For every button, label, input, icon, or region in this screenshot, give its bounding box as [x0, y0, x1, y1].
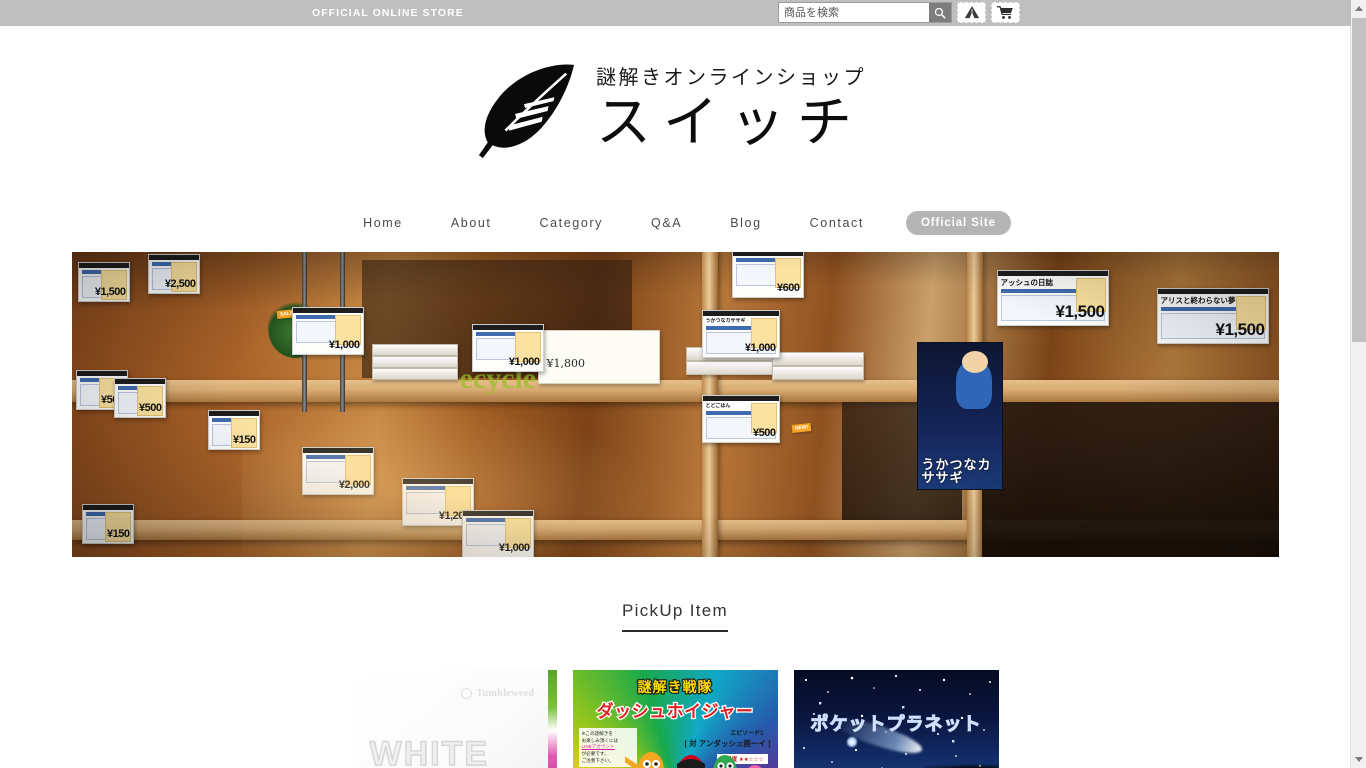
product-box-stack-1 [371, 344, 458, 356]
poster-title: うかつなカササギ [921, 456, 992, 486]
search-input[interactable] [779, 3, 929, 22]
nav-item-qa[interactable]: Q&A [651, 210, 682, 236]
page-viewport: OFFICIAL ONLINE STORE 商品を検索 謎解きオンラインショップ… [0, 0, 1350, 768]
price-value: ¥1,000 [498, 542, 530, 555]
price-value: ¥600 [777, 282, 800, 295]
product-box-stack-3 [371, 368, 458, 380]
price-tag: とどごはん ¥500 [701, 395, 780, 443]
price-tag: ¥1,500 [77, 262, 130, 302]
comet-head-icon [845, 736, 858, 748]
pickup-title-wrap: PickUp Item [0, 601, 1350, 632]
logo-subtitle: 謎解きオンラインショップ [596, 65, 866, 90]
price-tag: ¥150 [81, 504, 134, 544]
search-icon [934, 7, 946, 19]
product-box-stack-5 [685, 361, 778, 375]
product-box-stack-6 [771, 352, 864, 366]
dash-card-title: 謎解き戦隊 [636, 678, 713, 696]
search-box[interactable] [778, 2, 952, 23]
price-value: ¥2,500 [164, 278, 196, 291]
scrollbar-top-corner [1335, 0, 1351, 26]
white-product-word: WHITE [369, 734, 490, 768]
triangle-down-icon [1355, 757, 1363, 762]
handwritten-sale-sign: ¥1,800 [537, 330, 660, 384]
card-color-strip [547, 670, 557, 768]
price-tag: ¥500 [113, 378, 166, 418]
price-value: ¥1,500 [94, 286, 126, 299]
logo-text-block: 謎解きオンラインショップ スイッチ [596, 65, 866, 154]
price-value: ¥500 [139, 402, 162, 415]
price-value: ¥1,500 [1215, 320, 1266, 340]
tent-icon [964, 6, 979, 19]
cart-icon [997, 6, 1013, 19]
tumbleweed-brand-name: Tumbleweed [476, 688, 535, 699]
nav-item-home[interactable]: Home [363, 210, 403, 236]
shelf-board-upper [71, 380, 1279, 402]
price-value: ¥1,000 [744, 342, 776, 355]
hero-store-photo[interactable]: ¥1,800 ecycle SALE NEW! ¥1,500 ¥2,500 ¥5… [71, 252, 1279, 557]
price-tag: ¥2,500 [147, 254, 200, 294]
logo-title: スイッチ [596, 90, 865, 155]
price-tag: ¥1,000 [291, 307, 364, 355]
browser-page: OFFICIAL ONLINE STORE 商品を検索 謎解きオンラインショップ… [0, 0, 1366, 768]
price-tag: アリスと終わらない夢 ¥1,500 [1156, 288, 1269, 344]
scrollbar-thumb[interactable] [1352, 18, 1366, 342]
main-navigation: Home About Category Q&A Blog Contact Off… [0, 194, 1350, 252]
pickup-card-dash-heijah[interactable]: 謎解き戦隊 ダッシュホイジャー エピソード1 [ 対 アンダッシュ画ーイ ] 難… [572, 670, 778, 768]
price-tag: ¥1,000 [461, 510, 534, 557]
vertical-scrollbar[interactable] [1335, 0, 1366, 768]
utility-bar-right [778, 2, 1020, 23]
dash-card-subtitle: ダッシュホイジャー [595, 701, 754, 723]
price-tag: ¥1,000 [471, 324, 544, 372]
price-tag: アッシュの日誌 ¥1,500 [996, 270, 1109, 326]
price-value: ¥2,000 [338, 479, 370, 492]
utility-bar: OFFICIAL ONLINE STORE [0, 0, 1350, 26]
site-logo-area[interactable]: 謎解きオンラインショップ スイッチ [0, 26, 1350, 194]
price-value: ¥500 [753, 427, 776, 440]
dash-card-characters [624, 752, 762, 768]
tumbleweed-circle-icon [461, 688, 473, 699]
price-value: ¥150 [107, 528, 130, 541]
price-tag: ¥150 [207, 410, 260, 450]
tumbleweed-brand-mark: Tumbleweed [461, 688, 534, 699]
search-submit-button[interactable] [929, 3, 951, 22]
nav-item-category[interactable]: Category [540, 210, 604, 236]
scrollbar-up-button[interactable] [1351, 0, 1366, 17]
nav-item-contact[interactable]: Contact [810, 210, 864, 236]
triangle-up-icon [1355, 6, 1363, 11]
store-tent-button[interactable] [957, 2, 986, 23]
shelf-cubby-lower-right [981, 402, 1279, 557]
nav-list: Home About Category Q&A Blog Contact Off… [339, 210, 1011, 236]
price-value: ¥1,500 [1055, 302, 1106, 322]
price-value: ¥1,000 [508, 356, 540, 369]
pickup-card-white[interactable]: Tumbleweed WHITE [351, 670, 557, 768]
product-box-stack-7 [771, 366, 864, 380]
scrollbar-down-button[interactable] [1351, 751, 1366, 768]
price-value: ¥150 [233, 434, 256, 447]
site-logo[interactable]: 謎解きオンラインショップ スイッチ [472, 60, 866, 160]
price-value: ¥1,000 [328, 339, 360, 352]
pickup-card-pocket-planet[interactable]: ポケットプラネット [793, 670, 999, 768]
pickup-section: PickUp Item Tumbleweed WHITE 謎解き戦隊 ダッシュホ… [0, 557, 1350, 768]
hero-wrap: ¥1,800 ecycle SALE NEW! ¥1,500 ¥2,500 ¥5… [0, 252, 1350, 557]
nav-item-blog[interactable]: Blog [730, 210, 761, 236]
treeline-silhouette [923, 764, 999, 768]
pocket-planet-title: ポケットプラネット [810, 714, 982, 735]
product-box-stack-2 [371, 356, 458, 368]
feather-quill-icon [478, 64, 575, 159]
price-tag: ¥600 [731, 252, 804, 298]
official-online-store-label: OFFICIAL ONLINE STORE [312, 7, 464, 19]
pickup-section-title: PickUp Item [622, 601, 728, 632]
poster-ukatsuna-kasasagi: うかつなカササギ [916, 342, 1003, 490]
cart-button[interactable] [991, 2, 1020, 23]
price-tag: ¥2,000 [301, 447, 374, 495]
handwritten-price: ¥1,800 [546, 357, 586, 370]
nav-item-about[interactable]: About [451, 210, 492, 236]
price-tag: うかつなカササギ ¥1,000 [701, 310, 780, 358]
pickup-card-list: Tumbleweed WHITE 謎解き戦隊 ダッシュホイジャー エピソード1 … [0, 670, 1350, 768]
nav-official-site-button[interactable]: Official Site [905, 211, 1011, 235]
